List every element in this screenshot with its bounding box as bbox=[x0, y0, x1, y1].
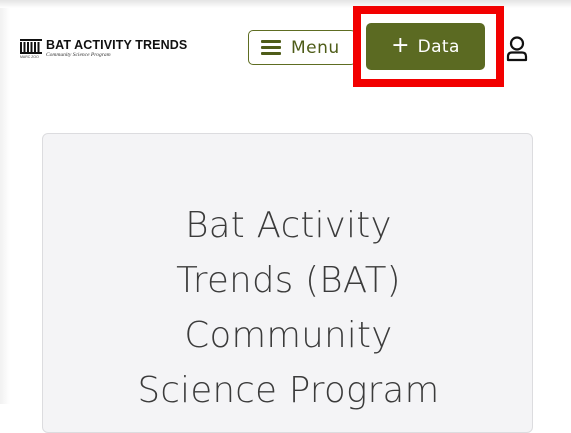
menu-button[interactable]: Menu bbox=[248, 30, 356, 65]
site-logo[interactable]: MARC ZOO BAT ACTIVITY TRENDS Community S… bbox=[20, 39, 210, 63]
logo-mark-icon: MARC ZOO bbox=[20, 39, 42, 59]
hero-title-line: Bat Activity bbox=[185, 205, 392, 246]
hero-title-line: Science Program bbox=[137, 370, 440, 411]
logo-subtitle: Community Science Program bbox=[46, 52, 111, 58]
hero-title-line: Trends (BAT) bbox=[176, 260, 401, 301]
menu-button-label: Menu bbox=[291, 37, 340, 58]
logo-tiny-text: MARC ZOO bbox=[20, 55, 39, 59]
hamburger-icon bbox=[261, 40, 281, 55]
add-data-button-label: Data bbox=[417, 36, 460, 57]
hero-title-line: Community bbox=[184, 315, 393, 356]
hero-title: Bat Activity Trends (BAT) Community Scie… bbox=[43, 198, 534, 418]
plus-icon: + bbox=[391, 32, 410, 58]
add-data-button[interactable]: + Data bbox=[366, 23, 485, 70]
logo-text: BAT ACTIVITY TRENDS Community Science Pr… bbox=[46, 39, 187, 59]
hero-card: Bat Activity Trends (BAT) Community Scie… bbox=[42, 133, 533, 433]
user-icon[interactable] bbox=[506, 36, 528, 62]
logo-title: BAT ACTIVITY TRENDS bbox=[46, 38, 188, 52]
site-header: MARC ZOO BAT ACTIVITY TRENDS Community S… bbox=[0, 0, 571, 100]
